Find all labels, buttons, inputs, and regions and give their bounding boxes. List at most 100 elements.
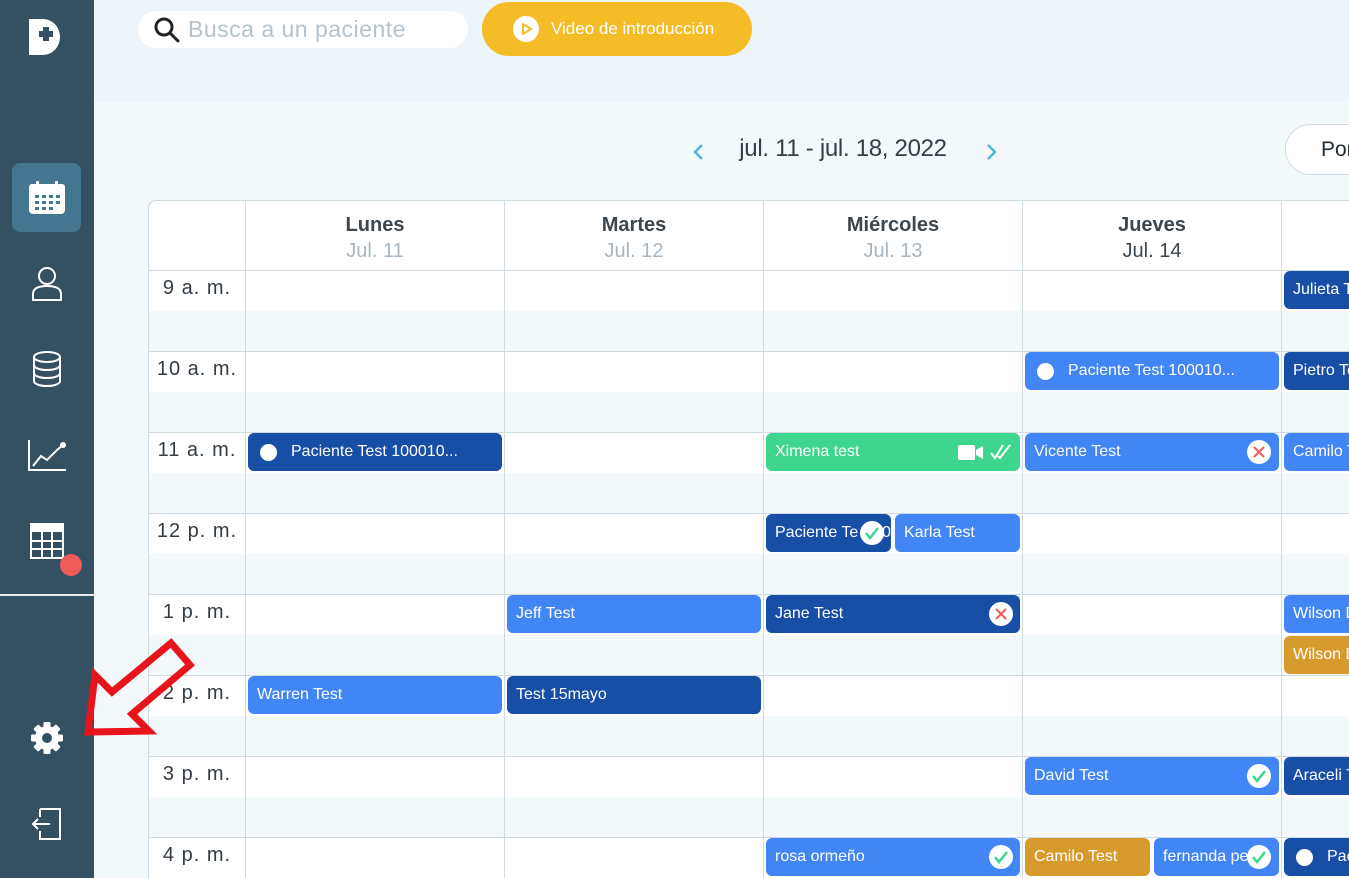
status-dot [1296, 848, 1313, 866]
appointment[interactable]: David Test [1025, 757, 1279, 795]
hour-row: 12 p. m. [149, 513, 1349, 595]
appointment[interactable]: Karla Test [895, 514, 1020, 552]
sidebar-divider [0, 594, 94, 596]
cancelled-x-icon [1247, 440, 1271, 464]
appointment[interactable]: Pac [1284, 838, 1349, 876]
calendar-nav-button[interactable] [12, 163, 81, 232]
hour-label: 12 p. m. [156, 520, 238, 542]
day-header-friday [1281, 201, 1349, 270]
appointment-label: Araceli T [1293, 767, 1349, 784]
hour-row: 9 a. m. [149, 270, 1349, 352]
database-nav-button[interactable] [12, 334, 81, 403]
intro-video-button[interactable]: Video de introducción [482, 2, 752, 56]
day-name: Lunes [345, 214, 405, 236]
previous-week-button[interactable] [686, 139, 710, 165]
appointment[interactable]: Camilo T [1284, 433, 1349, 471]
appointment[interactable]: Camilo Test [1025, 838, 1150, 876]
day-name: Miércoles [846, 214, 940, 236]
calendar-grid: Lunes Jul. 11 Martes Jul. 12 Miércoles J… [148, 200, 1349, 878]
appointment-label: David Test [1034, 767, 1109, 784]
app-logo[interactable] [29, 19, 63, 55]
appointment[interactable]: fernanda pe [1154, 838, 1279, 876]
hour-label: 3 p. m. [162, 763, 232, 785]
day-date: Jul. 12 [604, 240, 664, 262]
double-check-icon [990, 444, 1011, 460]
day-name: Jueves [1118, 214, 1186, 236]
user-icon [31, 266, 62, 301]
confirmed-check-icon [1247, 764, 1271, 788]
search-input[interactable] [188, 16, 458, 43]
appointment-label: Paciente Test 100010... [291, 443, 458, 460]
hour-label: 1 p. m. [162, 601, 232, 623]
appointment[interactable]: Jane Test [766, 595, 1020, 633]
appointment[interactable]: Ximena test [766, 433, 1020, 471]
appointment[interactable]: Paciente Test 100010... [1025, 352, 1279, 390]
appointment[interactable]: Pietro Te [1284, 352, 1349, 390]
appointment-label: Jeff Test [516, 605, 575, 622]
video-camera-icon [958, 445, 983, 460]
chart-line-icon [27, 439, 66, 471]
appointment-label: Ximena test [775, 443, 860, 460]
day-date: Jul. 11 [346, 240, 404, 262]
day-name: Martes [601, 214, 667, 236]
appointment-label: Warren Test [257, 686, 343, 703]
appointment-label: Camilo T [1293, 443, 1349, 460]
logout-icon [31, 807, 61, 840]
appointment[interactable]: Araceli T [1284, 757, 1349, 795]
appointment-label: Jane Test [775, 605, 844, 622]
database-icon [32, 350, 61, 387]
appointment[interactable]: Wilson D [1284, 595, 1349, 633]
appointment-label: Wilson D [1293, 646, 1349, 663]
appointment-label: Julieta T [1293, 281, 1349, 298]
appointment[interactable]: Wilson D [1284, 636, 1349, 674]
appointment[interactable]: Julieta T [1284, 271, 1349, 309]
day-header-monday: Lunes Jul. 11 [245, 201, 504, 270]
chevron-left-icon [693, 144, 703, 160]
day-header-thursday: Jueves Jul. 14 [1022, 201, 1281, 270]
chevron-right-icon [987, 144, 997, 160]
calendar-icon [28, 180, 65, 214]
logout-nav-button[interactable] [12, 789, 81, 858]
play-icon [513, 16, 539, 42]
appointment-label: Paciente Te [775, 524, 859, 541]
appointment[interactable]: Test 15mayo [507, 676, 761, 714]
status-dot [1037, 362, 1054, 380]
intro-video-label: Video de introducción [551, 19, 715, 38]
hour-label: 10 a. m. [156, 358, 238, 380]
appointment-label: fernanda pe [1163, 848, 1249, 865]
confirmed-check-icon [860, 521, 884, 545]
appointment-label: Camilo Test [1034, 848, 1118, 865]
patients-nav-button[interactable] [12, 249, 81, 318]
hour-label: 9 a. m. [162, 277, 232, 299]
view-mode-button[interactable]: Por [1285, 124, 1349, 175]
statistics-nav-button[interactable] [12, 420, 81, 489]
appointment-label: Pietro Te [1293, 362, 1349, 379]
appointment[interactable]: Jeff Test [507, 595, 761, 633]
confirmed-check-icon [989, 845, 1013, 869]
appointment[interactable]: Paciente Test 100010... [248, 433, 502, 471]
sidebar [0, 0, 94, 878]
appointment-label: Vicente Test [1034, 443, 1121, 460]
appointment[interactable]: Warren Test [248, 676, 502, 714]
status-dot [260, 443, 277, 461]
appointment-label: Karla Test [904, 524, 975, 541]
appointment-label: rosa ormeño [775, 848, 865, 865]
notification-dot [60, 554, 82, 576]
search-icon [154, 17, 180, 42]
confirmed-check-icon [1247, 845, 1271, 869]
settings-nav-button[interactable] [12, 703, 81, 772]
gear-icon [30, 721, 63, 754]
appointment[interactable]: Paciente Te 0 [766, 514, 891, 552]
view-mode-label: Por [1321, 137, 1349, 161]
appointment[interactable]: rosa ormeño [766, 838, 1020, 876]
hour-label: 4 p. m. [162, 844, 232, 866]
annotation-arrow-icon [84, 638, 195, 736]
next-week-button[interactable] [980, 139, 1004, 165]
appointment[interactable]: Vicente Test [1025, 433, 1279, 471]
hour-label: 11 a. m. [157, 439, 237, 461]
day-header-tuesday: Martes Jul. 12 [504, 201, 763, 270]
day-header-wednesday: Miércoles Jul. 13 [763, 201, 1022, 270]
app: Video de introducción jul. 11 - jul. 18,… [0, 0, 1349, 878]
day-date: Jul. 14 [1122, 240, 1182, 262]
appointment-label: Pac [1327, 848, 1349, 865]
